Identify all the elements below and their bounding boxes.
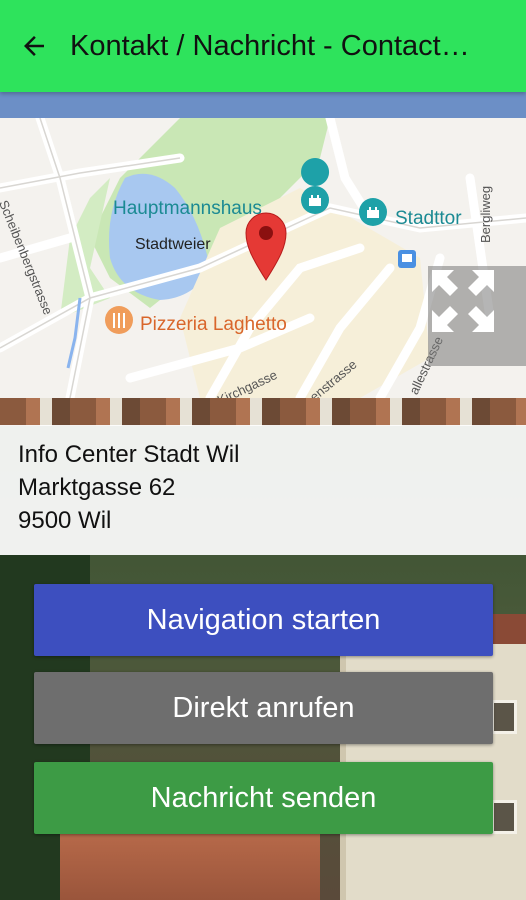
map-street-bergliweg: Bergliweg xyxy=(478,185,493,243)
house-window xyxy=(491,700,517,734)
address-city: 9500 Wil xyxy=(18,507,112,534)
back-button[interactable] xyxy=(16,28,52,64)
send-message-button[interactable]: Nachricht senden xyxy=(34,762,493,834)
poi-marker-hauptmannshaus xyxy=(301,158,330,214)
map-view[interactable]: Hauptmannshaus Stadttor Stadtweier Pizze… xyxy=(0,118,526,398)
address-name: Info Center Stadt Wil xyxy=(18,441,240,468)
map-label-hauptmannshaus: Hauptmannshaus xyxy=(113,198,262,219)
map-label-stadttor: Stadttor xyxy=(395,208,462,229)
poi-marker-pizzeria xyxy=(105,306,133,334)
app-bar: Kontakt / Nachricht - Contact… xyxy=(0,0,526,92)
house-window xyxy=(491,800,517,834)
address-street: Marktgasse 62 xyxy=(18,474,176,501)
page-title: Kontakt / Nachricht - Contact… xyxy=(70,30,470,62)
address-panel: Info Center Stadt Wil Marktgasse 62 9500… xyxy=(0,425,526,555)
arrow-left-icon xyxy=(24,36,44,56)
map-label-stadtweier: Stadtweier xyxy=(135,236,211,253)
fullscreen-expand-icon xyxy=(432,270,494,332)
background-roof-bottom xyxy=(60,830,320,900)
map-fullscreen-button[interactable] xyxy=(428,266,526,366)
call-button[interactable]: Direkt anrufen xyxy=(34,672,493,744)
background-roofs xyxy=(0,398,526,426)
map-label-pizzeria: Pizzeria Laghetto xyxy=(140,314,287,335)
poi-marker-stadttor xyxy=(359,198,387,226)
start-navigation-button[interactable]: Navigation starten xyxy=(34,584,493,656)
